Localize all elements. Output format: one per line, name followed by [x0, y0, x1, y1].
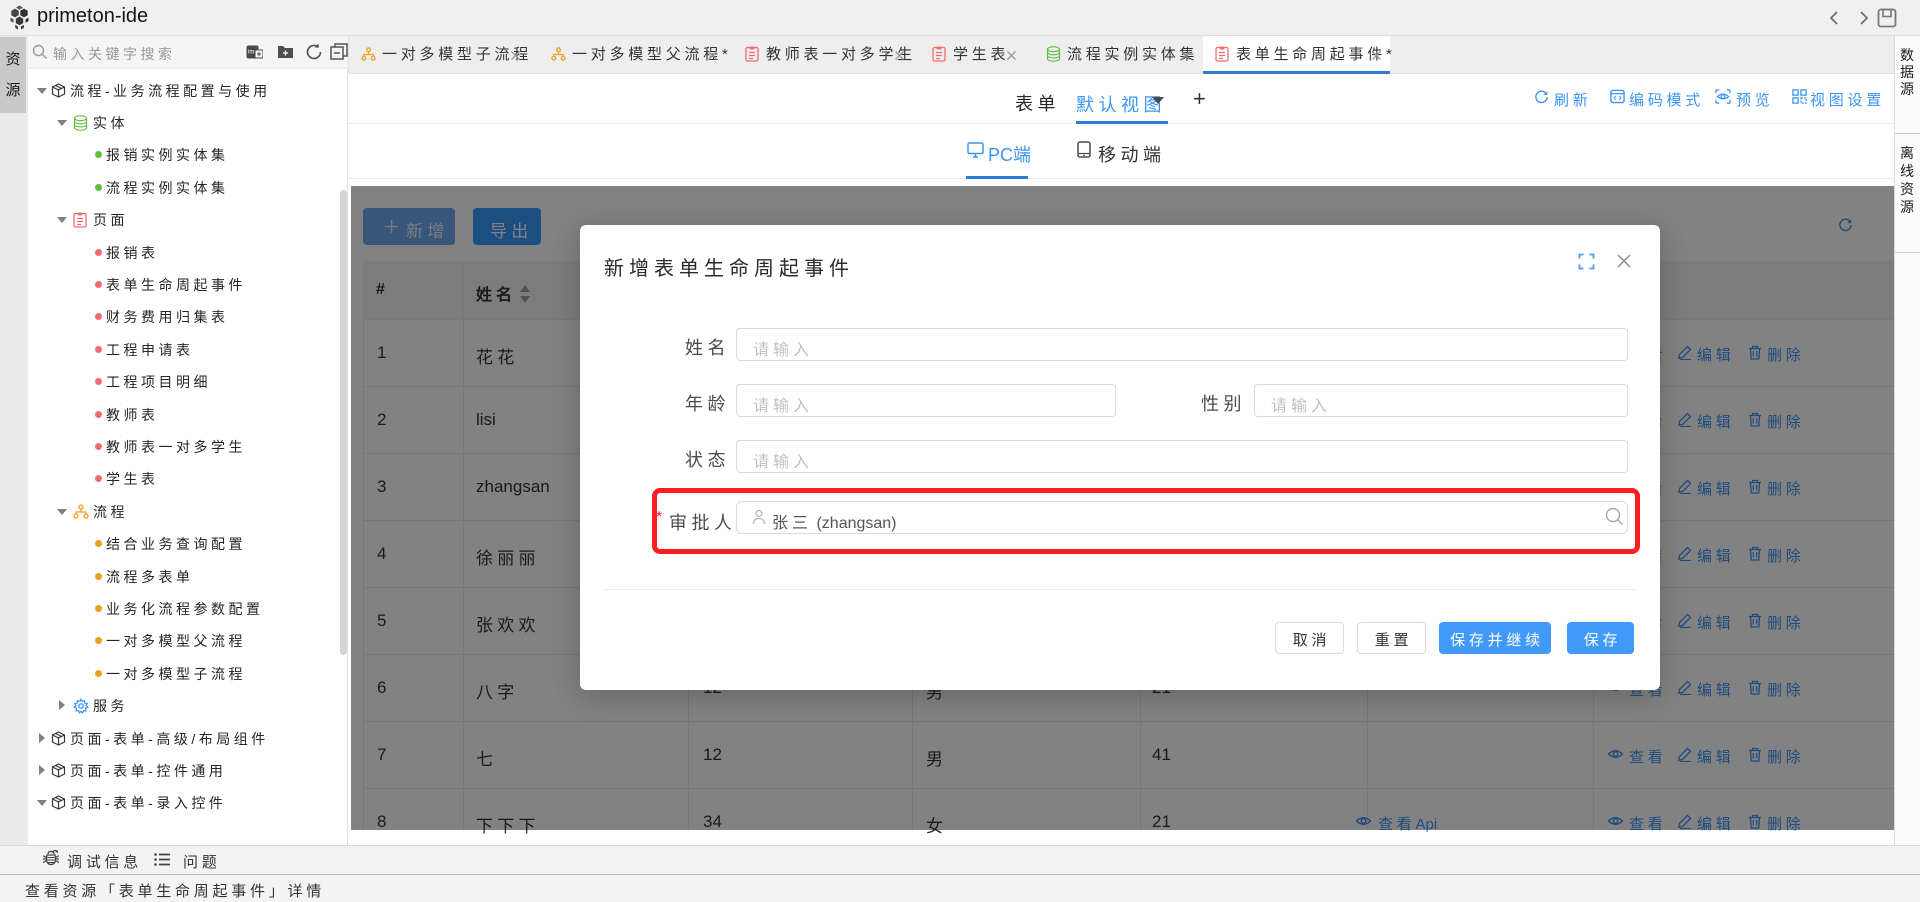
svg-text:im: im [248, 50, 254, 56]
